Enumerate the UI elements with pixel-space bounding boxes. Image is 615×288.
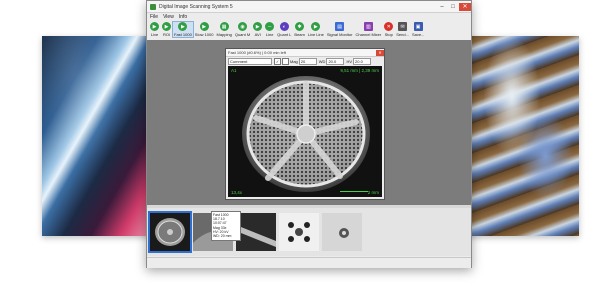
toolbar-button-live-line[interactable]: ▶ Live Line bbox=[307, 22, 325, 37]
toolbar-button-channel-mixer[interactable]: ▥ Channel Mixer bbox=[354, 22, 382, 37]
toolbar-button-send[interactable]: ✉ Send... bbox=[395, 22, 410, 37]
status-bar bbox=[147, 257, 471, 268]
app-window: Digital Image Scanning System 5 – □ ✕ Fi… bbox=[146, 0, 472, 268]
fast-scan-icon: ▶ bbox=[178, 22, 188, 31]
wd-field[interactable]: 20.0 bbox=[326, 58, 345, 65]
window-title: Digital Image Scanning System 5 bbox=[159, 3, 233, 10]
save-icon: ▣ bbox=[413, 22, 423, 31]
toolbar-button-signal-monitor[interactable]: ▤ Signal Monitor bbox=[326, 22, 354, 37]
wd-label: WD bbox=[318, 59, 326, 64]
overlay-label-br: 2 mm bbox=[367, 190, 379, 195]
toolbar-button-label: Fast 1000 bbox=[174, 32, 192, 37]
thumbnail-diatom[interactable] bbox=[148, 211, 192, 253]
toolbar-button-label: Live bbox=[150, 32, 159, 37]
toolbar-button-line[interactable]: ─ Line bbox=[264, 22, 275, 37]
app-icon bbox=[150, 3, 156, 10]
workspace: Fast 1000 (#0.6%) | 0:00 min left ✕ Comm… bbox=[147, 40, 471, 205]
scale-bar bbox=[340, 191, 368, 192]
image-info-bar: Comment ✓ Mag 20 WD 20.0 HV 20.0 bbox=[226, 57, 384, 66]
roi-icon: ▶ bbox=[162, 22, 171, 31]
toolbar-button-slow-1000[interactable]: ▶ Slow 1000 bbox=[194, 22, 215, 37]
edit-check[interactable]: ✓ bbox=[274, 58, 281, 65]
mag-label: Mag bbox=[290, 59, 298, 64]
toolbar-button-label: Save... bbox=[411, 32, 425, 37]
hv-label: HV bbox=[346, 59, 353, 64]
thumbnail-4-image bbox=[279, 213, 319, 251]
background-abstract-image-left bbox=[42, 36, 154, 236]
stop-icon: ✕ bbox=[384, 22, 394, 31]
thumbnail-strip bbox=[147, 208, 471, 256]
tooltip-line: WD: 20 mm bbox=[213, 234, 232, 239]
mapping-icon: ▦ bbox=[219, 22, 229, 31]
beam-icon: ✱ bbox=[295, 22, 305, 31]
slow-scan-icon: ▶ bbox=[199, 22, 209, 31]
line-icon: ─ bbox=[265, 22, 275, 31]
hv-field[interactable]: 20.0 bbox=[353, 58, 372, 65]
toolbar: ▶ Live ▶ ROI ▶ Fast 1000 ▶ Slow 1000 ▦ Mapping ◉ Qu… bbox=[147, 21, 471, 41]
maximize-button[interactable]: □ bbox=[448, 3, 458, 11]
image-window-titlebar: Fast 1000 (#0.6%) | 0:00 min left ✕ bbox=[226, 49, 384, 57]
toolbar-button-label: Live Line bbox=[307, 32, 324, 37]
thumbnail-4[interactable] bbox=[279, 213, 319, 251]
menu-view[interactable]: View bbox=[163, 14, 174, 20]
overlay-label-tr: 9,51 mm | 2,39 mm bbox=[340, 68, 379, 73]
toolbar-button-label: Slow 1000 bbox=[194, 32, 214, 37]
title-bar: Digital Image Scanning System 5 – □ ✕ bbox=[147, 1, 471, 13]
quant-m-icon: ◉ bbox=[238, 22, 247, 31]
minimize-button[interactable]: – bbox=[437, 3, 447, 11]
toolbar-button-beam[interactable]: ✱ Beam bbox=[293, 22, 305, 37]
toolbar-button-mapping[interactable]: ▦ Mapping bbox=[215, 22, 232, 37]
background-abstract-image-right bbox=[467, 36, 579, 236]
toolbar-button-label: Signal Monitor bbox=[326, 32, 353, 37]
live-icon: ▶ bbox=[150, 22, 159, 31]
toolbar-button-quant-l[interactable]: ◐ Quant L bbox=[276, 22, 292, 37]
toolbar-button-avi[interactable]: ▶ AVI bbox=[252, 22, 263, 37]
toolbar-button-label: Send... bbox=[396, 32, 409, 37]
close-button[interactable]: ✕ bbox=[459, 2, 471, 11]
quant-l-icon: ◐ bbox=[279, 22, 289, 31]
signal-monitor-icon: ▤ bbox=[335, 22, 345, 31]
thumbnail-3-image bbox=[236, 213, 276, 251]
image-window: Fast 1000 (#0.6%) | 0:00 min left ✕ Comm… bbox=[225, 48, 385, 200]
toolbar-button-label: Quant L bbox=[277, 32, 292, 37]
thumbnail-5[interactable] bbox=[322, 213, 362, 251]
send-icon: ✉ bbox=[398, 22, 408, 31]
thumbnail-diatom-image bbox=[150, 213, 190, 251]
tooltip-line: 18.7.10 10:07:47 bbox=[213, 217, 227, 226]
toolbar-button-roi[interactable]: ▶ ROI bbox=[161, 22, 172, 37]
mag-field[interactable]: 20 bbox=[298, 58, 317, 65]
thumbnail-3[interactable] bbox=[236, 213, 276, 251]
thumbnail-5-image bbox=[322, 213, 362, 251]
toolbar-button-save[interactable]: ▣ Save... bbox=[411, 22, 425, 37]
overlay-label-tl: A1 bbox=[231, 68, 237, 73]
image-window-title: Fast 1000 (#0.6%) | 0:00 min left bbox=[228, 50, 286, 55]
toolbar-button-label: AVI bbox=[254, 32, 261, 37]
toolbar-button-stop[interactable]: ✕ Stop bbox=[383, 22, 394, 37]
thumbnail-tooltip: Fast 1000 18.7.10 10:07:47 Mag 33x HV: 2… bbox=[211, 211, 241, 241]
toolbar-button-label: Channel Mixer bbox=[355, 32, 382, 37]
comment-select[interactable]: Comment bbox=[228, 58, 272, 65]
mag-checkbox[interactable] bbox=[282, 58, 289, 65]
diatom-micrograph bbox=[228, 66, 382, 197]
toolbar-button-quant-m[interactable]: ◉ Quant M bbox=[234, 22, 251, 37]
sem-image[interactable]: A1 9,51 mm | 2,39 mm 13,4x 2 mm bbox=[228, 66, 382, 197]
live-line-icon: ▶ bbox=[311, 22, 321, 31]
image-window-close-button[interactable]: ✕ bbox=[376, 49, 384, 56]
channel-mixer-icon: ▥ bbox=[363, 22, 373, 31]
menu-bar: File View Info bbox=[147, 13, 471, 21]
toolbar-button-label: ROI bbox=[162, 32, 171, 37]
toolbar-button-label: Beam bbox=[294, 32, 305, 37]
toolbar-button-label: Quant M bbox=[234, 32, 251, 37]
menu-file[interactable]: File bbox=[150, 14, 158, 20]
avi-icon: ▶ bbox=[253, 22, 263, 31]
overlay-label-bl: 13,4x bbox=[231, 190, 243, 195]
toolbar-button-label: Stop bbox=[384, 32, 393, 37]
toolbar-button-label: Mapping bbox=[216, 32, 232, 37]
toolbar-button-live[interactable]: ▶ Live bbox=[149, 22, 160, 37]
menu-info[interactable]: Info bbox=[179, 14, 187, 20]
toolbar-button-label: Line bbox=[265, 32, 274, 37]
toolbar-button-fast-1000[interactable]: ▶ Fast 1000 bbox=[172, 21, 194, 38]
